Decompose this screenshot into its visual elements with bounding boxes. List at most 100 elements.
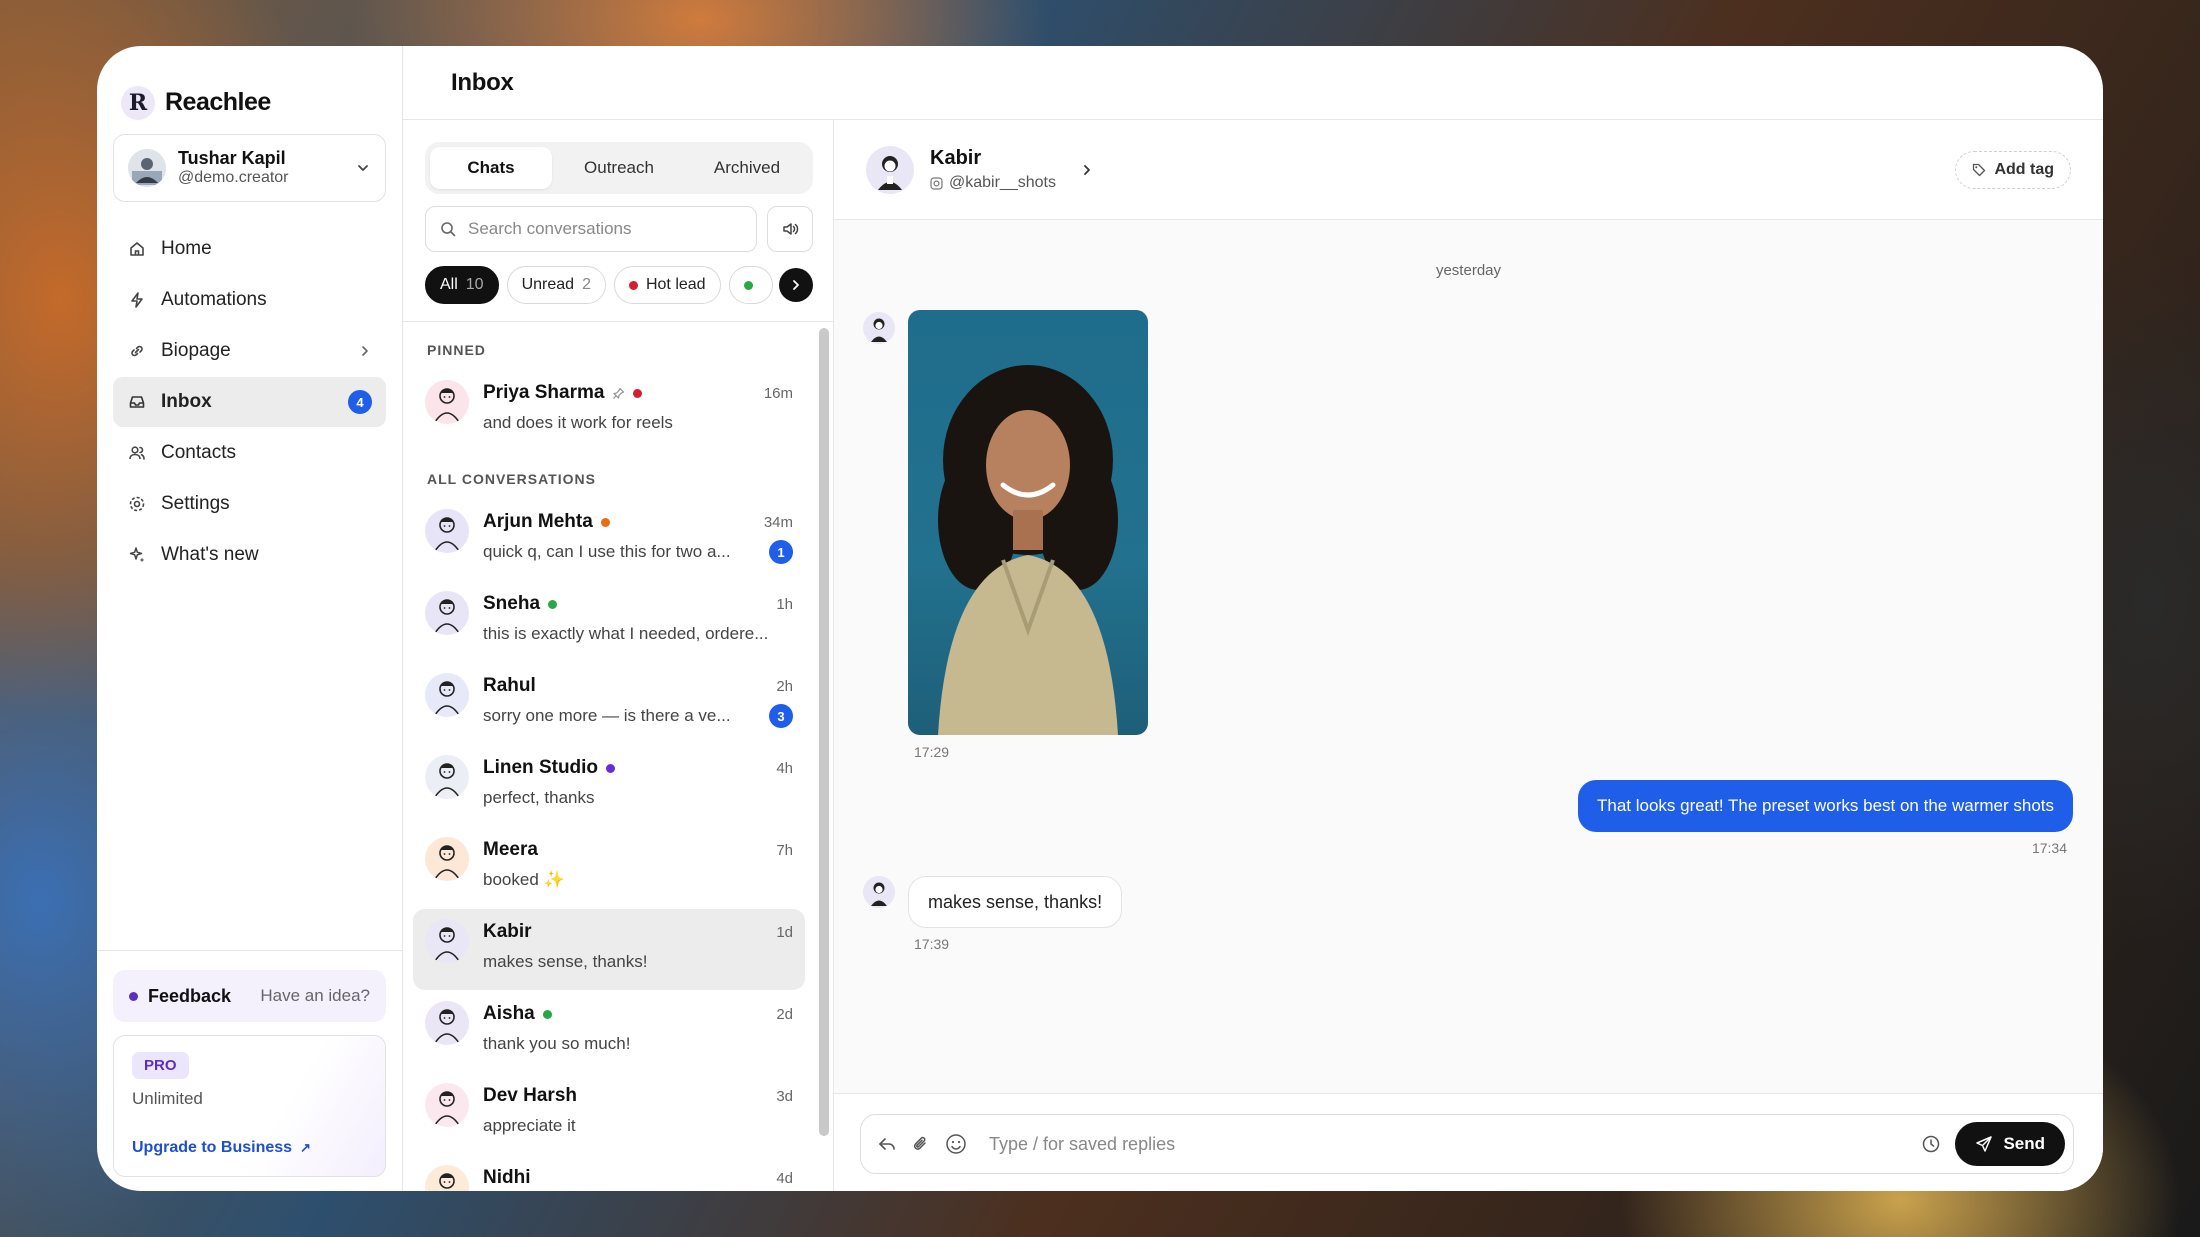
sidebar-item-whats-new[interactable]: What's new — [113, 530, 386, 580]
schedule-clock-icon[interactable] — [1921, 1134, 1941, 1154]
sender-avatar — [863, 876, 895, 908]
contact-avatar — [425, 591, 469, 635]
attachment-icon[interactable] — [911, 1134, 931, 1154]
unread-badge: 3 — [769, 704, 793, 728]
status-dot — [548, 599, 558, 609]
feedback-dot — [129, 991, 138, 1001]
main: Inbox Chats Outreach Archived Search con… — [403, 46, 2103, 1191]
contact-avatar — [425, 1165, 469, 1191]
account-avatar — [128, 149, 166, 187]
send-button[interactable]: Send — [1955, 1122, 2065, 1166]
filter-all[interactable]: All 10 — [425, 266, 499, 304]
conversation-item[interactable]: Dev Harsh 3d appreciate it — [413, 1073, 805, 1154]
conversation-item[interactable]: Sneha 1h this is exactly what I needed, or… — [413, 581, 805, 662]
conversation-item[interactable]: Kabir 1d makes sense, thanks! — [413, 909, 805, 990]
sound-toggle-button[interactable] — [767, 206, 813, 252]
chevron-right-icon[interactable] — [1080, 163, 1094, 177]
filters-scroll-next-button[interactable] — [779, 268, 813, 302]
contact-avatar — [425, 919, 469, 963]
filter-next-chip[interactable] — [728, 266, 773, 304]
tab-chats[interactable]: Chats — [430, 147, 552, 189]
conversation-item[interactable]: Linen Studio 4h perfect, thanks — [413, 745, 805, 826]
brand-logo: R — [121, 85, 155, 120]
chevron-down-icon — [355, 160, 371, 176]
sidebar-item-label: Automations — [161, 289, 267, 310]
filter-dot — [743, 280, 753, 290]
contact-avatar — [425, 837, 469, 881]
photo-timestamp: 17:29 — [914, 744, 950, 760]
sidebar-item-contacts[interactable]: Contacts — [113, 428, 386, 478]
gear-icon — [127, 494, 147, 514]
sidebar-item-home[interactable]: Home — [113, 224, 386, 274]
outgoing-message[interactable]: That looks great! The preset works best … — [1577, 780, 2073, 832]
search-placeholder: Search conversations — [468, 219, 632, 238]
filter-count: 2 — [582, 276, 591, 293]
sidebar-item-label: What's new — [161, 544, 259, 565]
status-dot — [600, 517, 610, 527]
sidebar-item-label: Settings — [161, 493, 230, 514]
brand[interactable]: R Reachlee — [97, 46, 402, 134]
tag-icon — [1972, 163, 1986, 177]
message-preview: sorry one more — is there a ve... — [483, 706, 731, 725]
home-icon — [127, 239, 147, 259]
conversation-time: 2d — [776, 1005, 793, 1023]
conversation-item[interactable]: Arjun Mehta 34m quick q, can I use this fo… — [413, 499, 805, 580]
conversation-time: 34m — [763, 513, 793, 531]
message-thread: yesterday 17:29 That looks great! The pr… — [834, 220, 2103, 1093]
filter-unread[interactable]: Unread 2 — [506, 266, 606, 304]
conversation-item[interactable]: Meera 7h booked ✨ — [413, 827, 805, 908]
conversation-time: 1d — [776, 923, 793, 941]
conversation-item[interactable]: Aisha 2d thank you so much! — [413, 991, 805, 1072]
shared-photo[interactable] — [908, 310, 1148, 735]
contact-name: Nidhi — [483, 1167, 531, 1188]
message-preview: quick q, can I use this for two a... — [483, 542, 731, 561]
sidebar-item-inbox[interactable]: Inbox 4 — [113, 377, 386, 427]
add-tag-button[interactable]: Add tag — [1955, 150, 2071, 189]
send-icon — [1975, 1135, 1993, 1153]
section-label-pinned: PINNED — [427, 342, 486, 358]
tab-outreach[interactable]: Outreach — [558, 147, 680, 189]
incoming-message[interactable]: makes sense, thanks! — [908, 876, 1123, 928]
tab-archived[interactable]: Archived — [686, 147, 808, 189]
status-dot — [606, 763, 616, 773]
sidebar-item-biopage[interactable]: Biopage — [113, 326, 386, 376]
conversation-time: 4d — [776, 1169, 793, 1187]
filter-label: All — [440, 276, 458, 293]
plan-card: PRO Unlimited Upgrade to Business ↗ — [113, 1035, 386, 1177]
sidebar-item-label: Contacts — [161, 442, 236, 463]
unread-badge: 1 — [769, 540, 793, 564]
topbar: Inbox — [403, 46, 2103, 120]
conversation-item[interactable]: Rahul 2h sorry one more — is there a ve...… — [413, 663, 805, 744]
list-scrollbar[interactable] — [819, 328, 829, 1136]
contact-avatar — [425, 1083, 469, 1127]
plan-subtitle: Unlimited — [132, 1089, 203, 1108]
feedback-button[interactable]: Feedback Have an idea? — [113, 970, 386, 1022]
sidebar: R Reachlee Tushar Kapil @demo.creator Ho… — [97, 46, 403, 1191]
conversation-time: 4h — [776, 759, 793, 777]
conversation-item[interactable]: Nidhi 4d — [413, 1155, 805, 1191]
contact-name: Linen Studio — [483, 757, 599, 778]
contact-avatar[interactable] — [866, 145, 914, 194]
sender-avatar — [863, 312, 895, 344]
emoji-icon[interactable] — [945, 1133, 967, 1155]
filter-label: Hot lead — [645, 276, 706, 293]
reply-icon[interactable] — [877, 1134, 897, 1154]
sidebar-item-automations[interactable]: Automations — [113, 275, 386, 325]
conversation-item[interactable]: Priya Sharma 16m and does it work for reel… — [413, 370, 805, 451]
account-handle: @demo.creator — [178, 169, 289, 187]
filter-hot-lead[interactable]: Hot lead — [613, 266, 721, 304]
message-input[interactable]: Type / for saved replies — [989, 1134, 1907, 1155]
contact-avatar — [425, 380, 469, 424]
upgrade-link[interactable]: Upgrade to Business ↗ — [132, 1139, 367, 1157]
sidebar-item-settings[interactable]: Settings — [113, 479, 386, 529]
status-dot — [542, 1009, 552, 1019]
contact-avatar — [425, 1001, 469, 1045]
speaker-icon — [781, 220, 799, 238]
search-input[interactable]: Search conversations — [425, 206, 757, 252]
account-switcher[interactable]: Tushar Kapil @demo.creator — [113, 134, 386, 202]
contact-name: Kabir — [930, 147, 982, 169]
conversation-list: Chats Outreach Archived Search conversat… — [403, 120, 834, 1191]
contact-name: Kabir — [483, 921, 532, 942]
contact-name: Sneha — [483, 593, 541, 614]
send-label: Send — [2003, 1134, 2045, 1153]
